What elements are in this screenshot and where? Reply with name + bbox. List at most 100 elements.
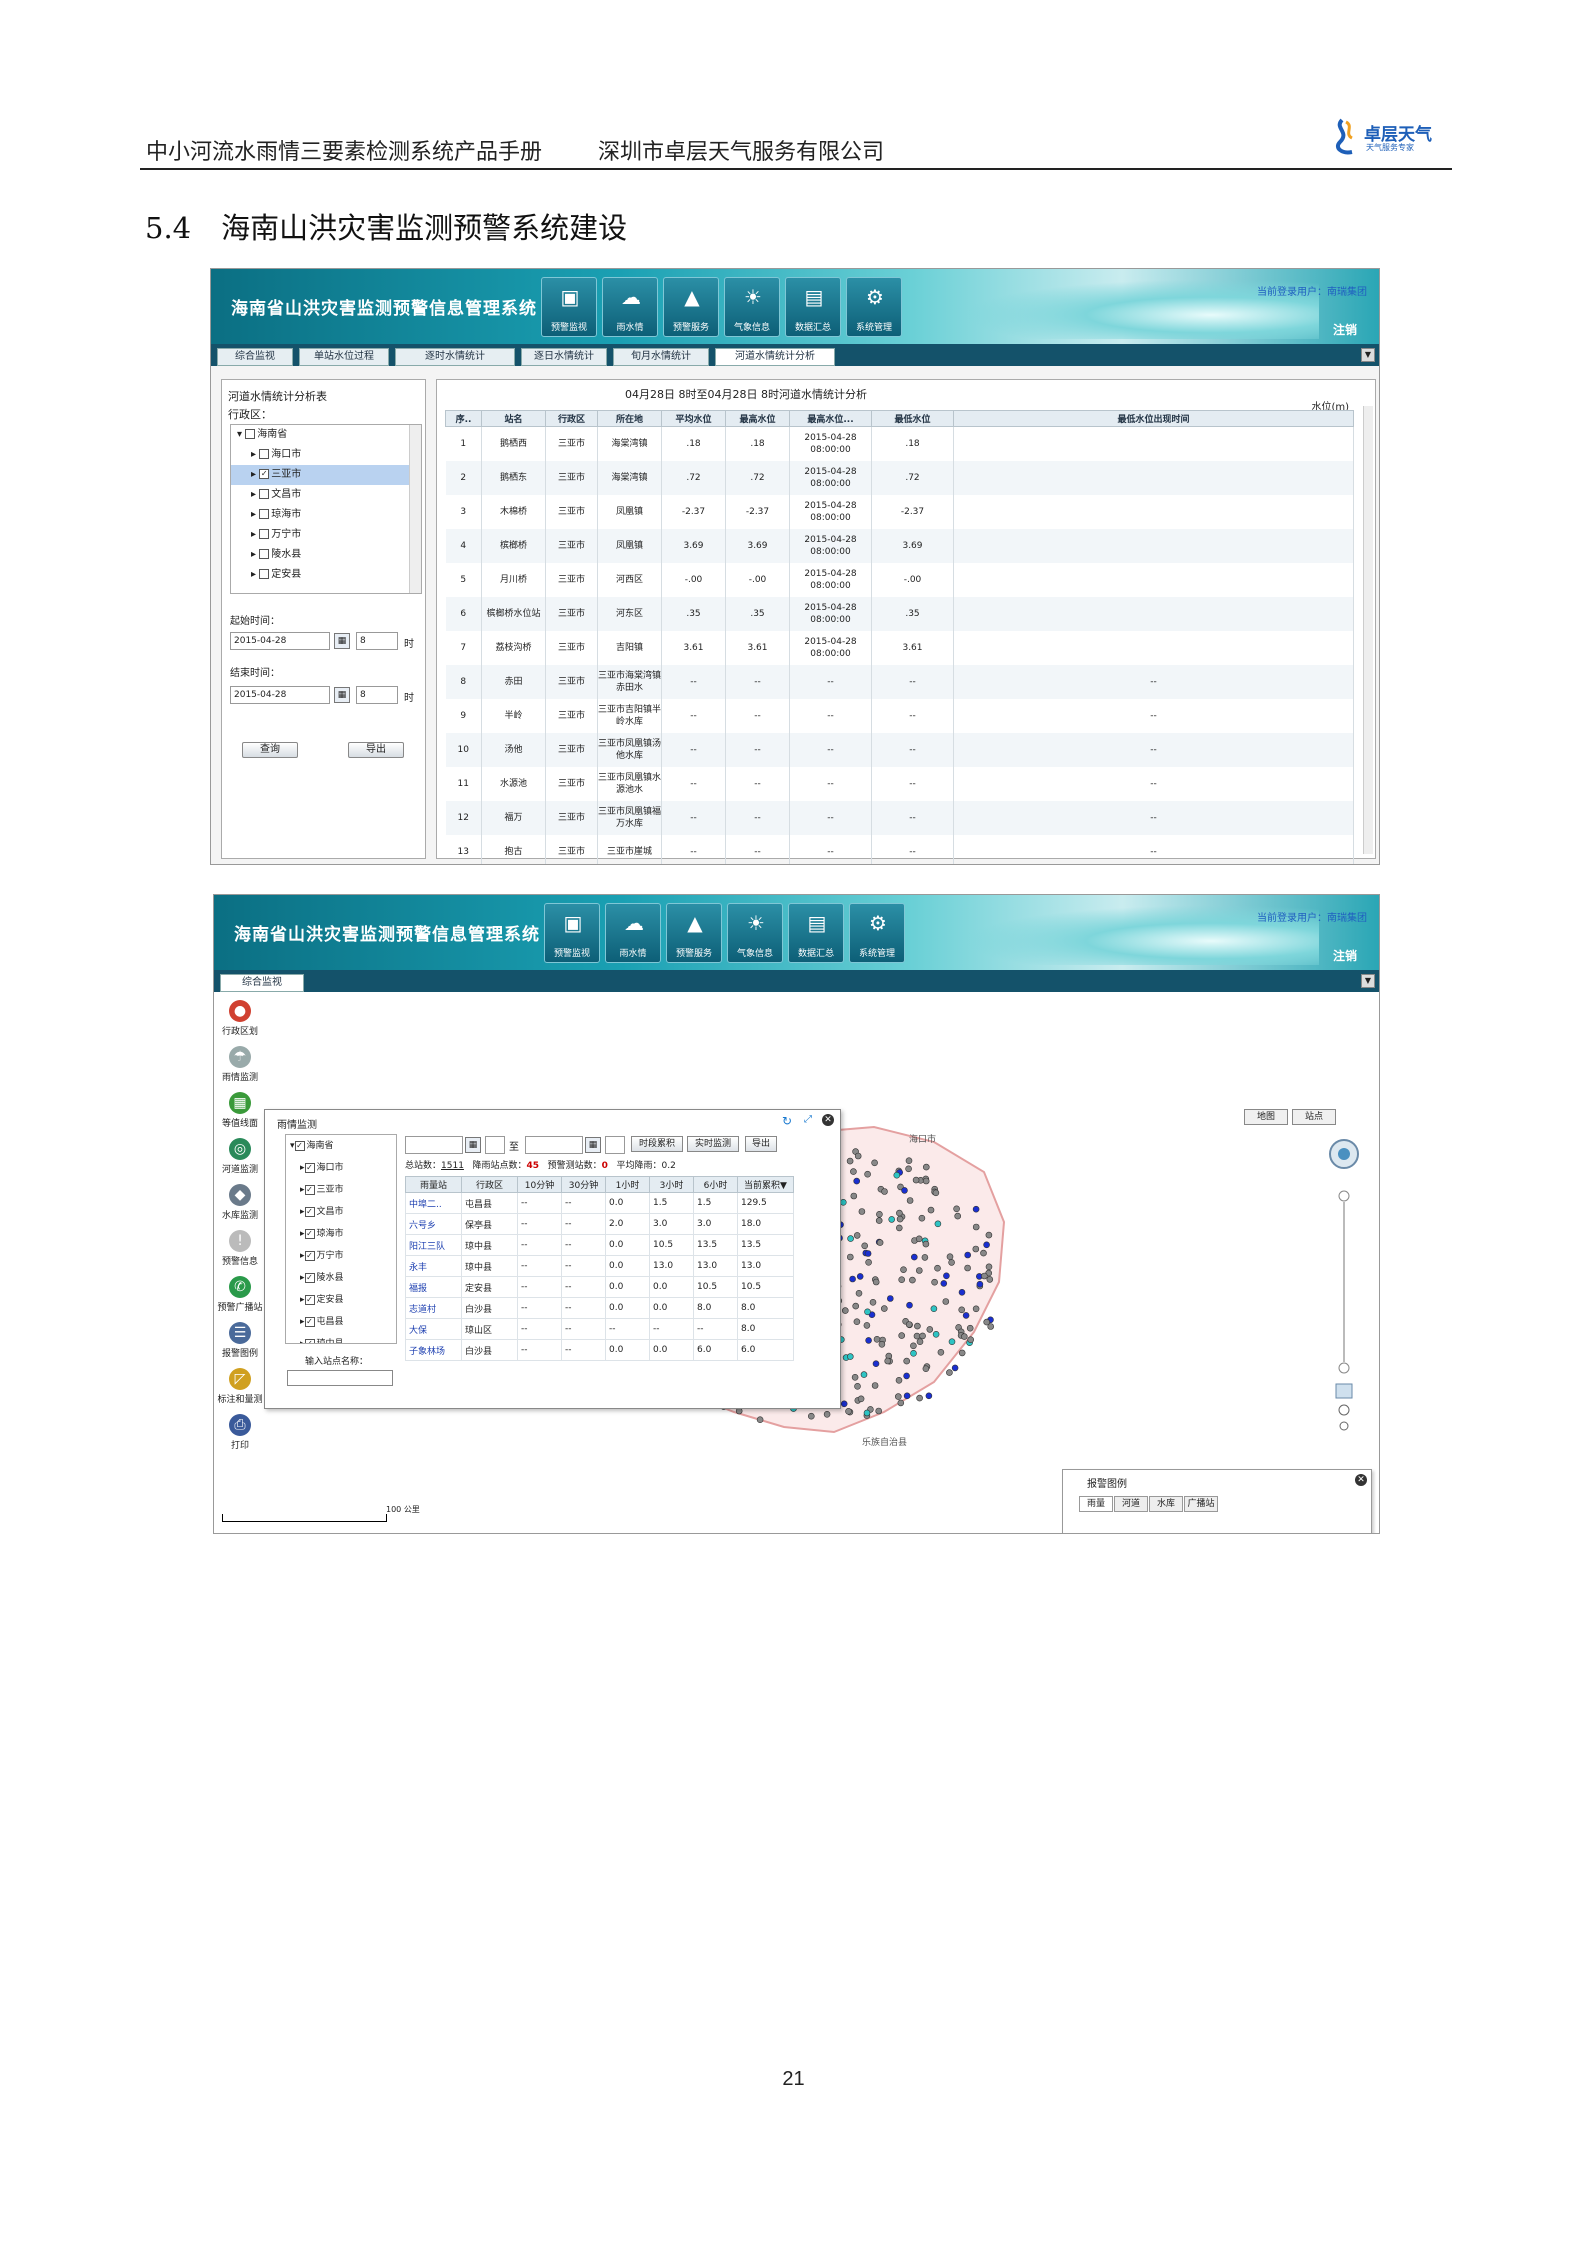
tree-item[interactable]: ▸ 琼海市: [231, 505, 421, 525]
station-marker[interactable]: [909, 1276, 916, 1284]
station-marker[interactable]: [869, 1299, 877, 1306]
station-marker[interactable]: [922, 1240, 930, 1248]
region-tree[interactable]: ▾ 海南省 ▸ 海口市 ▸ ✓ 三亚市 ▸ 文昌市 ▸ 琼海市 ▸ 万宁市 ▸ 陵水县 ▸ 定安…: [230, 424, 422, 594]
station-marker[interactable]: [906, 1301, 913, 1309]
checkbox[interactable]: ✓: [304, 1338, 315, 1343]
station-link[interactable]: 阳江三队: [405, 1234, 462, 1256]
tab-daily[interactable]: 逐日水情统计: [521, 348, 607, 366]
station-link[interactable]: 子象林场: [405, 1339, 462, 1361]
expand-right-icon[interactable]: ▸: [251, 489, 259, 500]
station-marker[interactable]: [983, 1318, 991, 1326]
column-header[interactable]: 1小时: [605, 1176, 650, 1193]
station-marker[interactable]: [930, 1305, 938, 1312]
column-header[interactable]: 雨量站: [405, 1176, 462, 1193]
calendar-icon[interactable]: ▦: [465, 1137, 481, 1153]
station-marker[interactable]: [840, 1400, 848, 1408]
table-row[interactable]: 子象林场 白沙县 -- -- 0.0 0.0 6.0 6.0: [405, 1339, 794, 1361]
station-marker[interactable]: [946, 1369, 953, 1376]
station-marker[interactable]: [842, 1307, 849, 1314]
calendar-icon[interactable]: ▦: [334, 687, 350, 703]
expand-icon[interactable]: ⤢: [804, 1114, 812, 1125]
popup-export-button[interactable]: 导出: [745, 1136, 777, 1152]
station-marker[interactable]: [905, 1165, 912, 1173]
station-marker[interactable]: [847, 1353, 854, 1360]
checkbox[interactable]: ✓: [304, 1250, 315, 1261]
station-marker[interactable]: [881, 1188, 888, 1195]
tree-item[interactable]: ▸ ✓ 定安县: [286, 1289, 396, 1311]
column-header[interactable]: 3小时: [649, 1176, 694, 1193]
checkbox[interactable]: [245, 429, 256, 439]
station-marker[interactable]: [896, 1209, 903, 1217]
station-marker[interactable]: [865, 1259, 872, 1266]
station-marker[interactable]: [967, 1336, 975, 1343]
nav-button-3[interactable]: ☀ 气象信息: [727, 903, 783, 963]
station-marker[interactable]: [857, 1395, 865, 1403]
tree-item[interactable]: ▸ ✓ 文昌市: [286, 1201, 396, 1223]
station-marker[interactable]: [872, 1278, 880, 1286]
station-marker[interactable]: [916, 1394, 923, 1402]
checkbox[interactable]: [259, 489, 270, 499]
station-marker[interactable]: [946, 1253, 954, 1260]
table-row[interactable]: 福报 定安县 -- -- 0.0 0.0 10.5 10.5: [405, 1276, 794, 1298]
logout-link[interactable]: 注销: [1333, 947, 1357, 964]
station-marker[interactable]: [934, 1220, 942, 1228]
station-marker[interactable]: [964, 1251, 972, 1259]
table-row[interactable]: 六号乡 保亭县 -- -- 2.0 3.0 3.0 18.0: [405, 1213, 794, 1235]
nav-button-0[interactable]: ▣ 预警监视: [541, 277, 597, 337]
station-link[interactable]: 福报: [405, 1276, 462, 1298]
station-marker[interactable]: [918, 1214, 926, 1222]
table-row[interactable]: 5 月川桥 三亚市 河西区 -.00 -.00 2015-04-28 08:00:00 -.0…: [445, 562, 1354, 597]
tree-item[interactable]: ▸ 陵水县: [231, 545, 421, 565]
table-row[interactable]: 志道村 白沙县 -- -- 0.0 0.0 8.0 8.0: [405, 1297, 794, 1319]
logout-link[interactable]: 注销: [1333, 321, 1357, 338]
checkbox[interactable]: ✓: [304, 1316, 315, 1327]
station-marker[interactable]: [916, 1338, 924, 1345]
station-marker[interactable]: [913, 1332, 921, 1340]
station-marker[interactable]: [976, 1280, 984, 1288]
realtime-monitor-button[interactable]: 实时监测: [687, 1136, 739, 1152]
checkbox[interactable]: [259, 569, 270, 579]
station-link[interactable]: 中埠二..: [405, 1192, 462, 1214]
station-marker[interactable]: [808, 1412, 815, 1420]
station-marker[interactable]: [893, 1171, 901, 1179]
tab-hourly[interactable]: 逐时水情统计: [395, 348, 515, 366]
station-marker[interactable]: [972, 1305, 980, 1313]
checkbox[interactable]: [259, 449, 270, 459]
tree-item[interactable]: ▸ 万宁市: [231, 525, 421, 545]
column-header[interactable]: 30分钟: [561, 1176, 606, 1193]
nav-button-4[interactable]: ▤ 数据汇总: [788, 903, 844, 963]
table-row[interactable]: 8 赤田 三亚市 三亚市海棠湾镇赤田水 -- -- -- -- --: [445, 664, 1354, 699]
tab-scroll-icon[interactable]: ▼: [1361, 348, 1375, 362]
column-header[interactable]: 最高水位: [725, 410, 790, 427]
station-marker[interactable]: [901, 1187, 908, 1194]
station-link[interactable]: 志道村: [405, 1297, 462, 1319]
station-marker[interactable]: [852, 1302, 859, 1310]
map-area[interactable]: ● 行政区划 ☂ 雨情监测 ▦ 等值线面 ◎ 河道监测 ◆ 水库监测! 预警信息 ✆ 预警广播站 ☰ 报警图…: [214, 992, 1379, 1533]
station-marker[interactable]: [871, 1382, 879, 1389]
checkbox[interactable]: ✓: [304, 1162, 315, 1173]
tree-item[interactable]: ▾ ✓ 海南省: [286, 1135, 396, 1157]
station-marker[interactable]: [895, 1224, 903, 1232]
station-marker[interactable]: [925, 1392, 933, 1400]
table-row[interactable]: 13 抱古 三亚市 三亚市崖城 -- -- -- -- --: [445, 834, 1354, 864]
calendar-icon[interactable]: ▦: [585, 1137, 601, 1153]
expand-right-icon[interactable]: ▸: [251, 469, 259, 480]
station-search-input[interactable]: [287, 1370, 393, 1386]
station-marker[interactable]: [932, 1331, 940, 1338]
station-marker[interactable]: [864, 1170, 871, 1178]
close-icon[interactable]: ✕: [1355, 1474, 1367, 1486]
from-date-input[interactable]: [405, 1136, 463, 1154]
station-marker[interactable]: [932, 1189, 940, 1197]
legend-tab[interactable]: 河道: [1114, 1496, 1148, 1512]
station-marker[interactable]: [850, 1168, 857, 1175]
station-marker[interactable]: [898, 1276, 906, 1283]
station-marker[interactable]: [910, 1253, 918, 1261]
station-marker[interactable]: [847, 1235, 854, 1242]
tab-river-analysis[interactable]: 河道水情统计分析: [715, 348, 835, 366]
station-marker[interactable]: [958, 1289, 966, 1296]
station-marker[interactable]: [876, 1239, 884, 1246]
column-header[interactable]: 行政区: [461, 1176, 518, 1193]
station-marker[interactable]: [861, 1242, 869, 1250]
station-marker[interactable]: [896, 1215, 904, 1223]
station-marker[interactable]: [849, 1275, 856, 1283]
